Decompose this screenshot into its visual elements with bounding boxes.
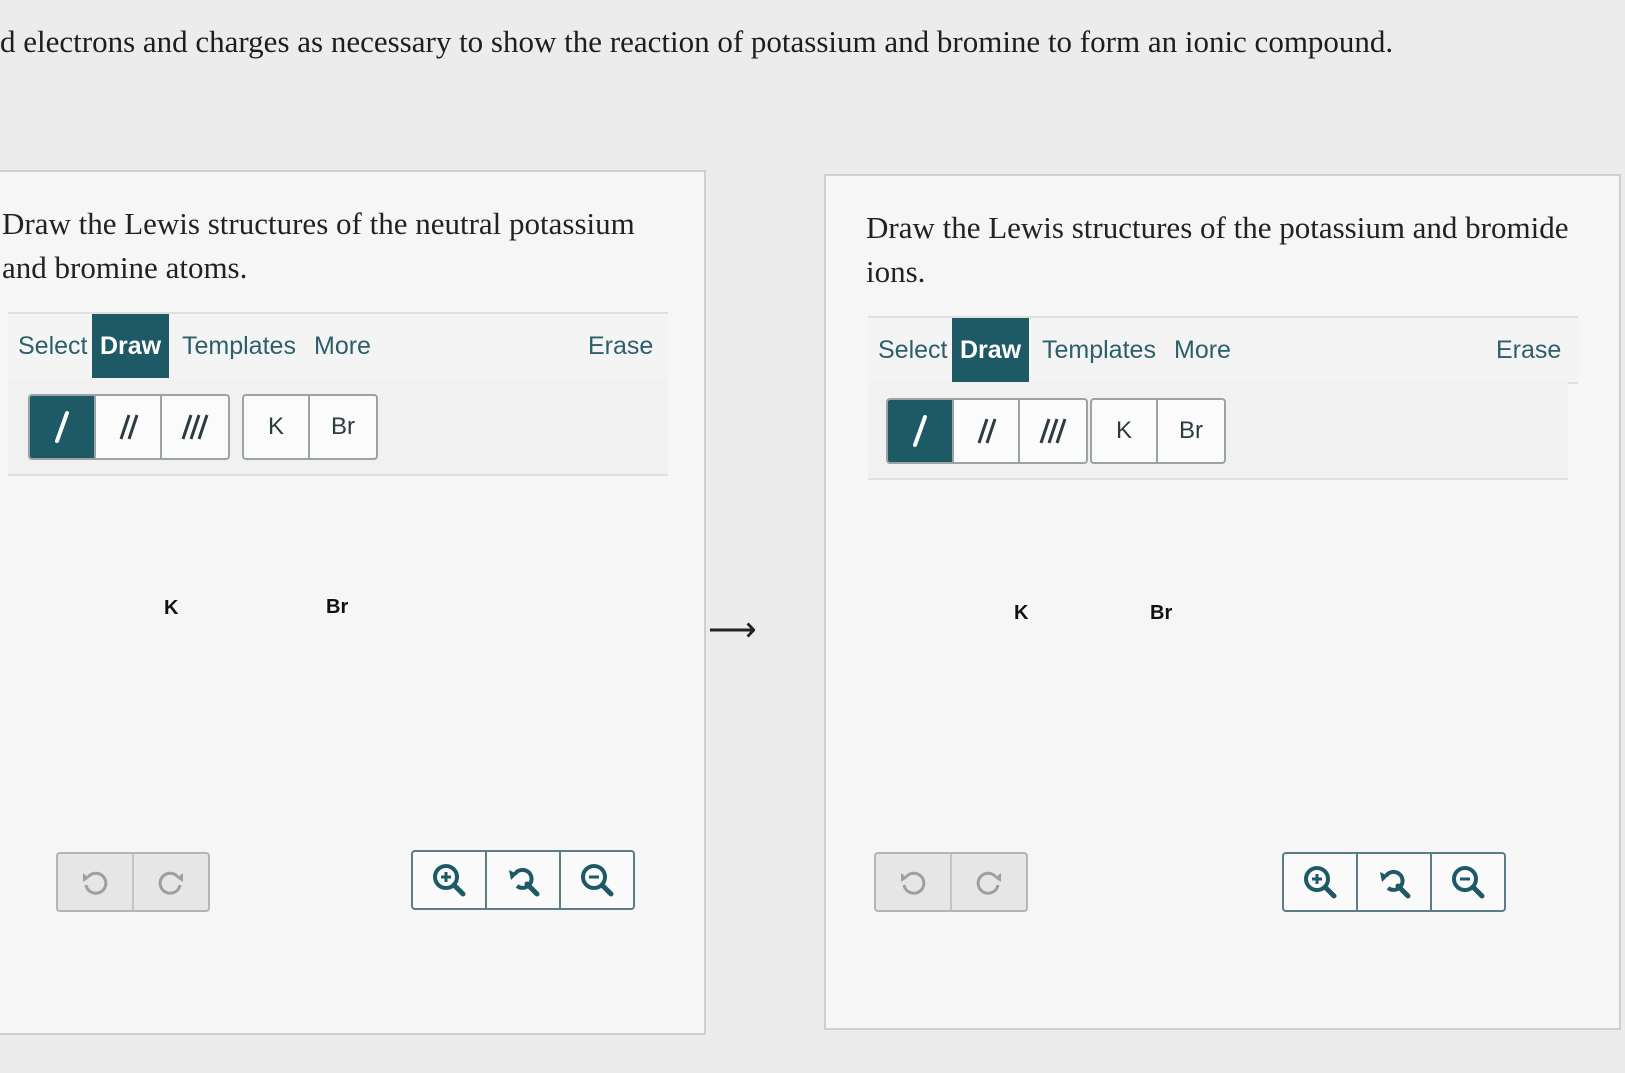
erase-button[interactable]: Erase [1488,318,1569,382]
triple-bond-icon [1039,418,1067,444]
zoom-reset-icon [1380,869,1411,899]
panel-prompt: Draw the Lewis structures of the neutral… [2,206,635,285]
tab-more[interactable]: More [306,314,379,378]
zoom-out-icon [1452,866,1485,899]
zoom-reset-button[interactable] [1358,854,1432,910]
redo-button[interactable] [134,854,208,910]
single-bond-icon [913,415,927,447]
reaction-arrow: ⟶ [708,611,757,649]
bond-tools [28,394,230,460]
canvas-atom-br[interactable]: Br [326,596,348,619]
single-bond-icon [55,411,69,443]
atom-tools: K Br [242,394,378,460]
single-bond-button[interactable] [30,396,96,458]
redo-button[interactable] [952,854,1026,910]
zoom-reset-button[interactable] [487,852,561,908]
double-bond-button[interactable] [96,396,162,458]
tab-select[interactable]: Select [10,314,95,378]
atom-tools: K Br [1090,398,1226,464]
zoom-in-icon [1304,866,1337,899]
canvas-atom-br[interactable]: Br [1150,602,1172,625]
triple-bond-button[interactable] [1020,400,1086,462]
tab-more[interactable]: More [1166,318,1239,382]
double-bond-icon [119,414,139,440]
undo-icon [83,871,108,895]
erase-button[interactable]: Erase [580,314,661,378]
zoom-out-button[interactable] [1432,854,1504,910]
redo-icon [976,871,1001,895]
atom-k-button[interactable]: K [244,396,310,458]
right-drawing-panel: Draw the Lewis structures of the potassi… [824,174,1621,1030]
tab-select[interactable]: Select [870,318,955,382]
editor-toolbar: Select Draw Templates More Erase [868,316,1578,384]
single-bond-button[interactable] [888,400,954,462]
draw-toolbox: K Br [8,378,668,476]
zoom-in-button[interactable] [413,852,487,908]
undo-icon [901,871,926,895]
draw-toolbox: K Br [868,382,1568,480]
zoom-controls [411,850,635,910]
zoom-out-icon [581,864,614,897]
undo-button[interactable] [58,854,134,910]
zoom-in-button[interactable] [1284,854,1358,910]
undo-button[interactable] [876,854,952,910]
triple-bond-button[interactable] [162,396,228,458]
tab-templates[interactable]: Templates [174,314,304,378]
zoom-controls [1282,852,1506,912]
tab-draw[interactable]: Draw [952,318,1030,382]
double-bond-button[interactable] [954,400,1020,462]
double-bond-icon [977,418,997,444]
tab-templates[interactable]: Templates [1034,318,1164,382]
atom-k-button[interactable]: K [1092,400,1158,462]
bond-tools [886,398,1088,464]
panel-prompt: Draw the Lewis structures of the potassi… [866,210,1569,289]
atom-br-button[interactable]: Br [1158,400,1224,462]
zoom-in-icon [433,864,466,897]
redo-icon [158,871,183,895]
canvas-atom-k[interactable]: K [164,597,178,620]
instruction-text: d electrons and charges as necessary to … [0,24,1394,59]
left-drawing-panel: Draw the Lewis structures of the neutral… [0,170,706,1035]
undo-redo-group [874,852,1028,912]
editor-toolbar: Select Draw Templates More Erase [8,312,668,380]
zoom-out-button[interactable] [561,852,633,908]
atom-br-button[interactable]: Br [310,396,376,458]
zoom-reset-icon [509,867,540,897]
undo-redo-group [56,852,210,912]
triple-bond-icon [181,414,209,440]
canvas-atom-k[interactable]: K [1014,602,1028,625]
tab-draw[interactable]: Draw [92,314,170,378]
